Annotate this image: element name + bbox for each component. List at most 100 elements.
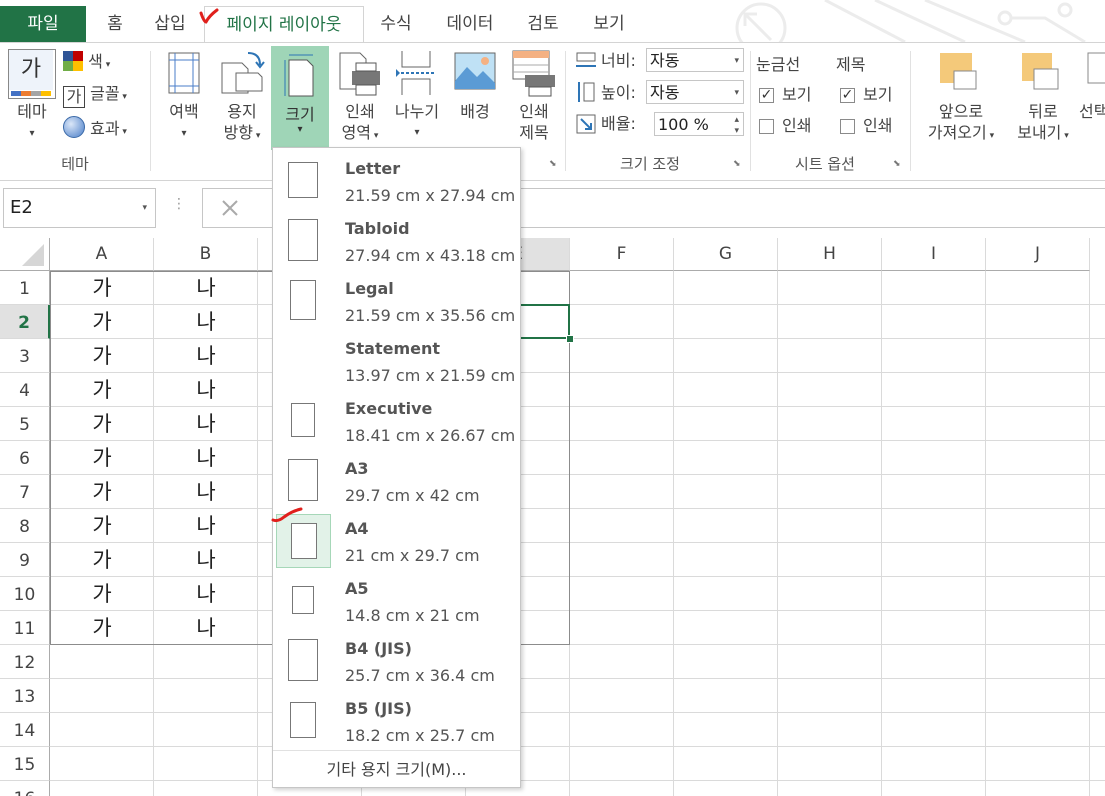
height-dropdown-icon[interactable]: ▾ bbox=[734, 81, 739, 105]
row-header-4[interactable]: 4 bbox=[0, 373, 50, 407]
row-header-3[interactable]: 3 bbox=[0, 339, 50, 373]
more-paper-sizes-item[interactable]: 기타 용지 크기(M)... bbox=[273, 756, 520, 784]
cell-a7[interactable]: 가 bbox=[50, 475, 154, 509]
row-header-8[interactable]: 8 bbox=[0, 509, 50, 543]
column-header-g[interactable]: G bbox=[674, 238, 778, 271]
select-all-corner[interactable] bbox=[0, 238, 50, 271]
theme-icon[interactable]: 가 bbox=[8, 49, 56, 99]
column-header-f[interactable]: F bbox=[570, 238, 674, 271]
tab-review[interactable]: 검토 bbox=[516, 6, 570, 42]
paper-size-item-b5-jis[interactable]: B5 (JIS) 18.2 cm x 25.7 cm bbox=[273, 691, 520, 751]
row-header-6[interactable]: 6 bbox=[0, 441, 50, 475]
cell-b8[interactable]: 나 bbox=[154, 509, 258, 543]
cell-b6[interactable]: 나 bbox=[154, 441, 258, 475]
name-box[interactable]: E2 ▾ bbox=[3, 188, 156, 228]
cell-b7[interactable]: 나 bbox=[154, 475, 258, 509]
width-combo[interactable]: 자동 ▾ bbox=[646, 48, 744, 72]
paper-size-item-statement[interactable]: Statement 13.97 cm x 21.59 cm bbox=[273, 331, 520, 391]
row-header-14[interactable]: 14 bbox=[0, 713, 50, 747]
row-header-16[interactable]: 16 bbox=[0, 781, 50, 796]
breaks-button[interactable]: 나누기 ▾ bbox=[388, 101, 446, 143]
orientation-button[interactable]: 용지 방향 ▾ bbox=[214, 101, 270, 147]
row-header-5[interactable]: 5 bbox=[0, 407, 50, 441]
row-header-7[interactable]: 7 bbox=[0, 475, 50, 509]
row-header-2[interactable]: 2 bbox=[0, 305, 50, 339]
margins-button[interactable]: 여백 bbox=[160, 101, 208, 122]
column-header-h[interactable]: H bbox=[778, 238, 882, 271]
cell-a5[interactable]: 가 bbox=[50, 407, 154, 441]
width-dropdown-icon[interactable]: ▾ bbox=[734, 49, 739, 73]
height-combo[interactable]: 자동 ▾ bbox=[646, 80, 744, 104]
print-area-button[interactable]: 인쇄 영역 ▾ bbox=[332, 101, 388, 147]
row-header-10[interactable]: 10 bbox=[0, 577, 50, 611]
cell-b10[interactable]: 나 bbox=[154, 577, 258, 611]
selection-pane-button[interactable]: 선택 bbox=[1079, 101, 1105, 122]
bring-forward-button[interactable]: 앞으로 가져오기 ▾ bbox=[916, 101, 1006, 147]
paper-size-item-letter[interactable]: Letter 21.59 cm x 27.94 cm bbox=[273, 151, 520, 211]
paper-size-item-legal[interactable]: Legal 21.59 cm x 35.56 cm bbox=[273, 271, 520, 331]
paper-size-item-a5[interactable]: A5 14.8 cm x 21 cm bbox=[273, 571, 520, 631]
cell-a3[interactable]: 가 bbox=[50, 339, 154, 373]
cancel-icon[interactable] bbox=[221, 199, 239, 217]
themes-button[interactable]: 테마 bbox=[6, 101, 58, 122]
cell-b3[interactable]: 나 bbox=[154, 339, 258, 373]
gridlines-print-checkbox[interactable] bbox=[759, 119, 774, 134]
column-header-j[interactable]: J bbox=[986, 238, 1090, 271]
spreadsheet-grid[interactable]: ABCDEFGHIJ1가나나2가나나3가나나4가나나5가나나6가나나7가나나8가… bbox=[0, 238, 1105, 796]
gridlines-view-checkbox[interactable]: ✓ bbox=[759, 88, 774, 103]
row-header-11[interactable]: 11 bbox=[0, 611, 50, 645]
cell-b11[interactable]: 나 bbox=[154, 611, 258, 645]
size-button[interactable]: 크기 ▾ bbox=[271, 46, 329, 150]
scale-spinner[interactable]: 100 % ▴ ▾ bbox=[654, 112, 744, 136]
fill-handle[interactable] bbox=[566, 335, 574, 343]
tab-view[interactable]: 보기 bbox=[582, 6, 636, 42]
cell-a4[interactable]: 가 bbox=[50, 373, 154, 407]
column-header-a[interactable]: A bbox=[50, 238, 154, 271]
scale-launcher-icon[interactable]: ⬊ bbox=[733, 159, 743, 169]
cell-a9[interactable]: 가 bbox=[50, 543, 154, 577]
cell-a6[interactable]: 가 bbox=[50, 441, 154, 475]
paper-size-item-b4-jis[interactable]: B4 (JIS) 25.7 cm x 36.4 cm bbox=[273, 631, 520, 691]
headings-print-checkbox[interactable] bbox=[840, 119, 855, 134]
annotation-check-mark-a4 bbox=[271, 507, 303, 523]
sheet-options-launcher-icon[interactable]: ⬊ bbox=[893, 159, 903, 169]
row-header-13[interactable]: 13 bbox=[0, 679, 50, 713]
send-backward-button[interactable]: 뒤로 보내기 ▾ bbox=[1004, 101, 1082, 147]
cell-a11[interactable]: 가 bbox=[50, 611, 154, 645]
cell-b2[interactable]: 나 bbox=[154, 305, 258, 339]
column-header-b[interactable]: B bbox=[154, 238, 258, 271]
paper-size-item-tabloid[interactable]: Tabloid 27.94 cm x 43.18 cm bbox=[273, 211, 520, 271]
print-titles-button[interactable]: 인쇄 제목 bbox=[506, 101, 562, 143]
row-header-15[interactable]: 15 bbox=[0, 747, 50, 781]
cell-a10[interactable]: 가 bbox=[50, 577, 154, 611]
cell-b1[interactable]: 나 bbox=[154, 271, 258, 305]
cell-a1[interactable]: 가 bbox=[50, 271, 154, 305]
row-header-12[interactable]: 12 bbox=[0, 645, 50, 679]
tab-data[interactable]: 데이터 bbox=[436, 6, 504, 42]
theme-group-label: 테마 bbox=[61, 155, 89, 173]
tab-formulas[interactable]: 수식 bbox=[368, 6, 424, 42]
paper-size-item-executive[interactable]: Executive 18.41 cm x 26.67 cm bbox=[273, 391, 520, 451]
paper-size-item-a4[interactable]: A4 21 cm x 29.7 cm bbox=[273, 511, 520, 571]
theme-effects-button[interactable]: 효과 ▾ bbox=[63, 116, 127, 143]
tab-file[interactable]: 파일 bbox=[0, 6, 86, 42]
theme-fonts-button[interactable]: 가 글꼴 ▾ bbox=[63, 83, 127, 108]
cell-a8[interactable]: 가 bbox=[50, 509, 154, 543]
headings-view-checkbox[interactable]: ✓ bbox=[840, 88, 855, 103]
scale-down-icon[interactable]: ▾ bbox=[734, 119, 739, 143]
tab-page-layout[interactable]: 페이지 레이아웃 bbox=[204, 6, 364, 44]
cell-b5[interactable]: 나 bbox=[154, 407, 258, 441]
cell-b9[interactable]: 나 bbox=[154, 543, 258, 577]
name-box-dropdown-icon[interactable]: ▾ bbox=[142, 189, 147, 227]
theme-colors-button[interactable]: 색 ▾ bbox=[63, 51, 110, 76]
cell-b4[interactable]: 나 bbox=[154, 373, 258, 407]
column-header-i[interactable]: I bbox=[882, 238, 986, 271]
page-setup-launcher-icon[interactable]: ⬊ bbox=[549, 159, 559, 169]
paper-size-item-a3[interactable]: A3 29.7 cm x 42 cm bbox=[273, 451, 520, 511]
background-button[interactable]: 배경 bbox=[450, 101, 500, 122]
tab-insert[interactable]: 삽입 bbox=[144, 6, 196, 42]
row-header-1[interactable]: 1 bbox=[0, 271, 50, 305]
tab-home[interactable]: 홈 bbox=[94, 6, 136, 42]
row-header-9[interactable]: 9 bbox=[0, 543, 50, 577]
cell-a2[interactable]: 가 bbox=[50, 305, 154, 339]
